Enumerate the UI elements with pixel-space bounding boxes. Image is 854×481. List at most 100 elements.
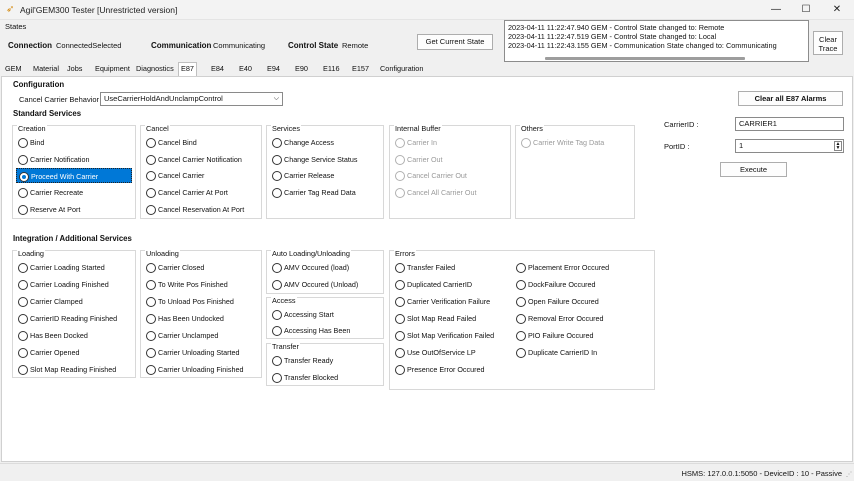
radio-carrier-unloading-started[interactable]: Carrier Unloading Started [144, 345, 240, 360]
get-current-state-button[interactable]: Get Current State [417, 34, 493, 50]
clear-e87-alarms-button[interactable]: Clear all E87 Alarms [738, 91, 843, 106]
radio-carrier-notification[interactable]: Carrier Notification [16, 152, 90, 167]
execute-button[interactable]: Execute [720, 162, 787, 177]
log-line: 2023-04-11 11:22:43.155 GEM - Communicat… [508, 41, 777, 50]
radio-cancel-carrier[interactable]: Cancel Carrier [144, 168, 204, 183]
radio-amv-occured-load[interactable]: AMV Occured (load) [270, 260, 349, 275]
connection-value: ConnectedSelected [56, 41, 122, 50]
connection-status-text: HSMS: 127.0.0.1:5050 - DeviceID : 10 - P… [681, 469, 843, 478]
resize-grip-icon[interactable]: ⋰ [846, 471, 852, 478]
radio-carrier-unclamped[interactable]: Carrier Unclamped [144, 328, 218, 343]
radio-accessing-start[interactable]: Accessing Start [270, 307, 334, 322]
radio-proceed-with-carrier[interactable]: Proceed With Carrier [16, 168, 132, 183]
radio-dockfailure-occured[interactable]: DockFailure Occured [514, 277, 596, 292]
e87-tab-content: Configuration Cancel Carrier Behavior : … [1, 76, 853, 462]
internal-buffer-group-title: Internal Buffer [394, 124, 442, 133]
radio-transfer-ready[interactable]: Transfer Ready [270, 353, 333, 368]
radio-carrier-in[interactable]: Carrier In [393, 135, 437, 150]
radio-carrier-opened[interactable]: Carrier Opened [16, 345, 80, 360]
radio-pio-failure-occured[interactable]: PIO Failure Occured [514, 328, 594, 343]
radio-to-unload-pos-finished[interactable]: To Unload Pos Finished [144, 294, 234, 309]
radio-cancel-all-carrier-out[interactable]: Cancel All Carrier Out [393, 185, 477, 200]
radio-duplicated-carrierid[interactable]: Duplicated CarrierID [393, 277, 472, 292]
port-id-value: 1 [739, 141, 744, 150]
radio-slot-map-reading-finished[interactable]: Slot Map Reading Finished [16, 362, 116, 377]
standard-services-title: Standard Services [13, 109, 82, 118]
radio-change-access[interactable]: Change Access [270, 135, 334, 150]
radio-transfer-failed[interactable]: Transfer Failed [393, 260, 455, 275]
radio-carrier-tag-read-data[interactable]: Carrier Tag Read Data [270, 185, 356, 200]
radio-to-write-pos-finished[interactable]: To Write Pos Finished [144, 277, 228, 292]
radio-slot-map-read-failed[interactable]: Slot Map Read Failed [393, 311, 476, 326]
radio-carrier-loading-finished[interactable]: Carrier Loading Finished [16, 277, 109, 292]
radio-carrier-release[interactable]: Carrier Release [270, 168, 334, 183]
trace-log[interactable]: 2023-04-11 11:22:47.940 GEM - Control St… [504, 20, 809, 62]
port-id-label: PortID : [664, 142, 690, 151]
log-line: 2023-04-11 11:22:47.519 GEM - Control St… [508, 32, 717, 41]
close-button[interactable]: ✕ [823, 2, 851, 18]
port-id-stepper[interactable]: 1 ▲ ▼ [735, 139, 844, 153]
radio-change-service-status[interactable]: Change Service Status [270, 152, 358, 167]
auto-loading-group: Auto Loading/Unloading AMV Occured (load… [266, 249, 384, 294]
cancel-group-title: Cancel [145, 124, 170, 133]
radio-carrier-write-tag-data[interactable]: Carrier Write Tag Data [519, 135, 604, 150]
radio-carrier-recreate[interactable]: Carrier Recreate [16, 185, 83, 200]
maximize-button[interactable]: ☐ [792, 2, 820, 18]
window-title: Agil'GEM300 Tester [Unrestricted version… [20, 5, 178, 15]
unloading-group: Unloading Carrier Closed To Write Pos Fi… [140, 249, 262, 378]
loading-group-title: Loading [17, 249, 45, 258]
integration-title: Integration / Additional Services [13, 234, 132, 243]
radio-transfer-blocked[interactable]: Transfer Blocked [270, 370, 338, 385]
radio-carrier-clamped[interactable]: Carrier Clamped [16, 294, 83, 309]
access-group: Access Accessing Start Accessing Has Bee… [266, 296, 384, 339]
tab-e40[interactable]: E40 [237, 63, 254, 76]
radio-accessing-has-been[interactable]: Accessing Has Been [270, 323, 350, 338]
tab-gem[interactable]: GEM [3, 63, 24, 76]
radio-slot-map-verification-failed[interactable]: Slot Map Verification Failed [393, 328, 494, 343]
chevron-down-icon: ⌵ [273, 95, 279, 102]
radio-has-been-docked[interactable]: Has Been Docked [16, 328, 88, 343]
radio-carrier-unloading-finished[interactable]: Carrier Unloading Finished [144, 362, 244, 377]
radio-presence-error-occured[interactable]: Presence Error Occured [393, 362, 485, 377]
radio-amv-occured-unload[interactable]: AMV Occured (Unload) [270, 277, 358, 292]
tab-e90[interactable]: E90 [293, 63, 310, 76]
tab-e94[interactable]: E94 [265, 63, 282, 76]
radio-bind[interactable]: Bind [16, 135, 44, 150]
tab-e157[interactable]: E157 [350, 63, 371, 76]
radio-cancel-bind[interactable]: Cancel Bind [144, 135, 197, 150]
tab-jobs[interactable]: Jobs [65, 63, 84, 76]
tab-e87[interactable]: E87 [178, 62, 197, 76]
radio-cancel-carrier-notification[interactable]: Cancel Carrier Notification [144, 152, 242, 167]
radio-has-been-undocked[interactable]: Has Been Undocked [144, 311, 224, 326]
radio-cancel-reservation-at-port[interactable]: Cancel Reservation At Port [144, 202, 244, 217]
clear-trace-button[interactable]: Clear Trace [813, 31, 843, 55]
radio-carrier-loading-started[interactable]: Carrier Loading Started [16, 260, 105, 275]
radio-removal-error-occured[interactable]: Removal Error Occured [514, 311, 604, 326]
radio-cancel-carrier-out[interactable]: Cancel Carrier Out [393, 168, 467, 183]
radio-carrier-closed[interactable]: Carrier Closed [144, 260, 204, 275]
carrier-id-input[interactable]: CARRIER1 [735, 117, 844, 131]
tab-material[interactable]: Material [31, 63, 61, 76]
tab-configuration[interactable]: Configuration [378, 63, 425, 76]
spinner-arrows-icon[interactable]: ▲ ▼ [834, 141, 842, 151]
access-group-title: Access [271, 296, 297, 305]
app-logo-icon: ➶ [6, 4, 15, 15]
radio-carrier-verification-failure[interactable]: Carrier Verification Failure [393, 294, 490, 309]
tab-diagnostics[interactable]: Diagnostics [134, 63, 176, 76]
radio-placement-error-occured[interactable]: Placement Error Occured [514, 260, 609, 275]
radio-cancel-carrier-at-port[interactable]: Cancel Carrier At Port [144, 185, 228, 200]
tab-e116[interactable]: E116 [321, 63, 342, 76]
log-horizontal-scrollbar[interactable] [545, 57, 745, 60]
tab-equipment[interactable]: Equipment [93, 63, 132, 76]
radio-use-outofservice-lp[interactable]: Use OutOfService LP [393, 345, 476, 360]
tab-e84[interactable]: E84 [209, 63, 226, 76]
carrier-id-label: CarrierID : [664, 120, 699, 129]
radio-reserve-at-port[interactable]: Reserve At Port [16, 202, 80, 217]
radio-open-failure-occured[interactable]: Open Failure Occured [514, 294, 599, 309]
radio-carrierid-reading-finished[interactable]: CarrierID Reading Finished [16, 311, 117, 326]
radio-duplicate-carrierid-in[interactable]: Duplicate CarrierID In [514, 345, 597, 360]
cancel-carrier-behavior-select[interactable]: UseCarrierHoldAndUnclampControl ⌵ [100, 92, 283, 106]
radio-carrier-out[interactable]: Carrier Out [393, 152, 443, 167]
cancel-group: Cancel Cancel Bind Cancel Carrier Notifi… [140, 124, 262, 219]
minimize-button[interactable]: — [762, 2, 790, 18]
